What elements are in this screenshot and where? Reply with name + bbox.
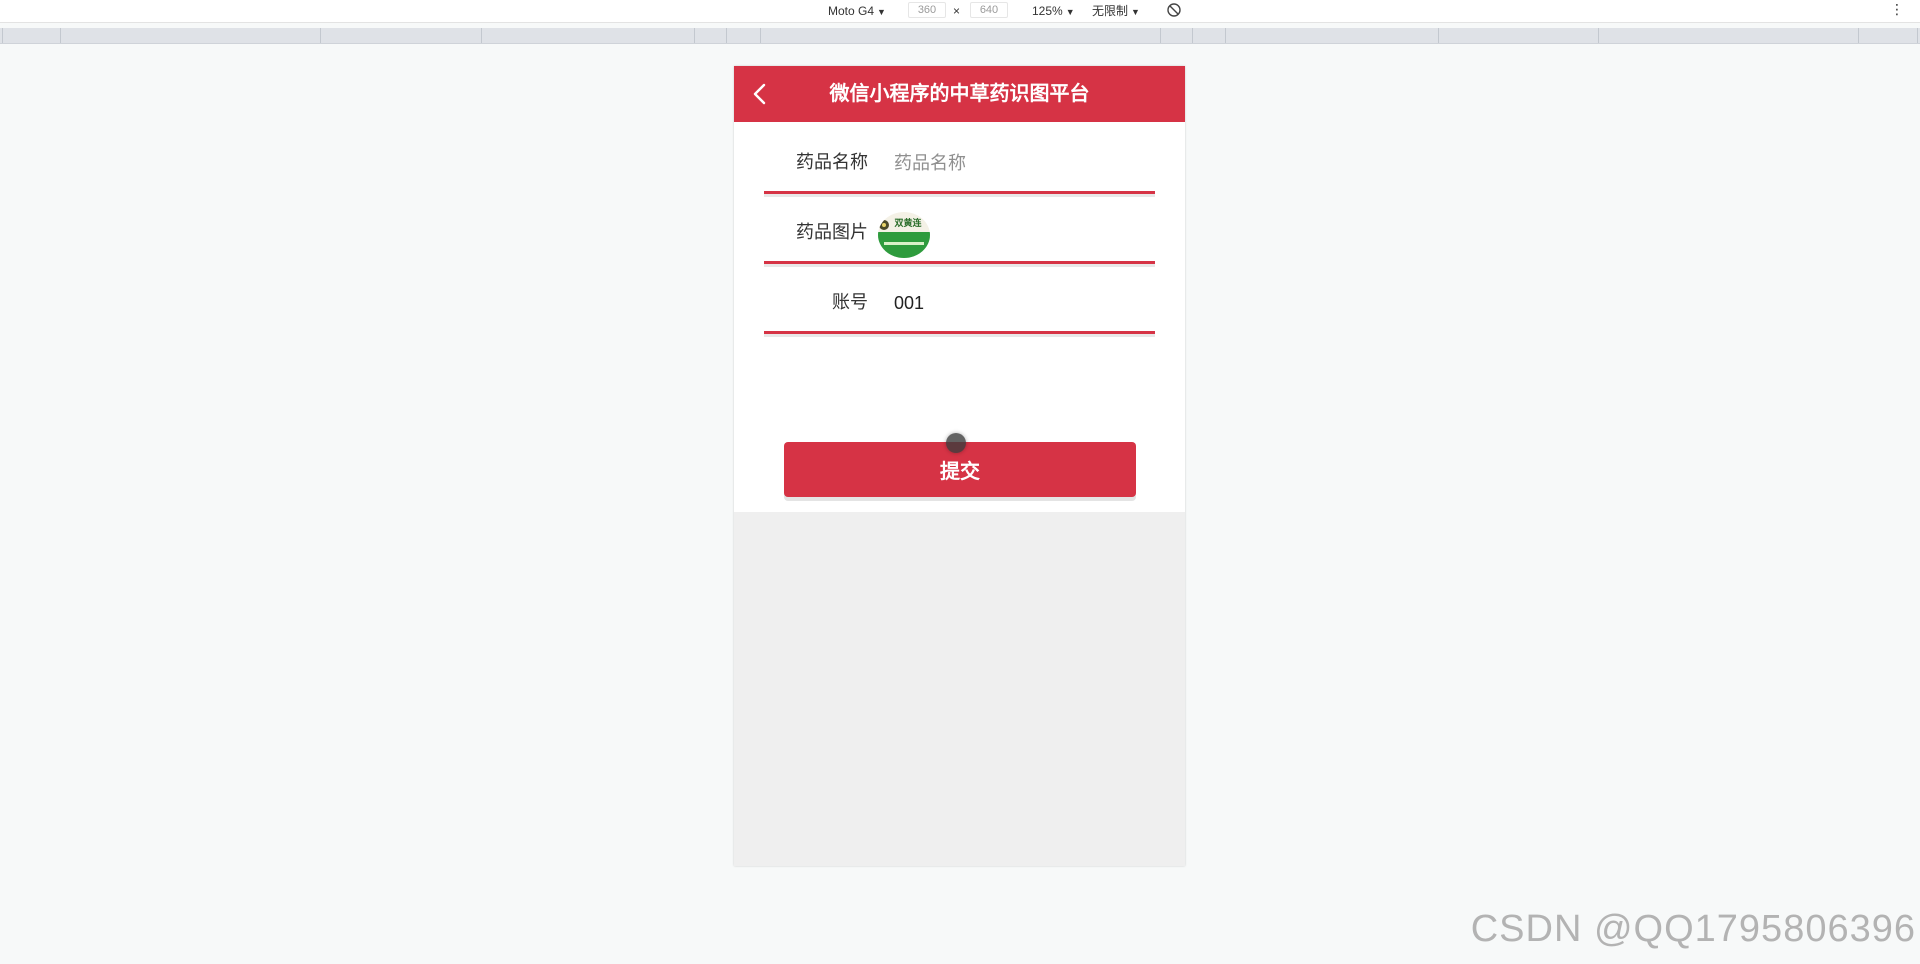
- touch-cursor: [946, 433, 966, 453]
- account-input[interactable]: [894, 288, 1144, 318]
- more-icon[interactable]: ⋮: [1890, 1, 1905, 18]
- throttle-label: 无限制: [1092, 4, 1129, 18]
- dimension-separator: ×: [953, 4, 961, 18]
- width-input[interactable]: [908, 2, 946, 18]
- medicine-image-thumbnail[interactable]: 双黄连: [878, 212, 930, 258]
- form-row-account: 账号: [764, 274, 1155, 334]
- form-row-medicine-image: 药品图片 双黄连: [764, 204, 1155, 264]
- watermark: CSDN @QQ1795806396: [1470, 908, 1916, 950]
- height-input[interactable]: [970, 2, 1008, 18]
- zoom-label: 125%: [1032, 4, 1063, 18]
- caret-down-icon: ▼: [877, 7, 886, 17]
- zoom-select[interactable]: 125% ▼: [1032, 3, 1075, 20]
- medicine-image-label: 药品图片: [796, 222, 868, 242]
- navigation-bar: 微信小程序的中草药识图平台: [734, 66, 1185, 122]
- form-area: 药品名称 药品图片 双黄连 账号 提交: [734, 122, 1185, 512]
- page-title: 微信小程序的中草药识图平台: [829, 83, 1090, 105]
- caret-down-icon: ▼: [1131, 7, 1140, 17]
- account-label: 账号: [832, 292, 868, 312]
- throttle-select[interactable]: 无限制 ▼: [1092, 3, 1140, 20]
- thumbnail-text: 双黄连: [894, 217, 922, 229]
- caret-down-icon: ▼: [1065, 7, 1075, 17]
- devtools-toolbar: Moto G4▼ × 125%▼ 无限制▼ ⋮: [0, 0, 1920, 23]
- device-label: Moto G4: [828, 4, 875, 18]
- medicine-name-label: 药品名称: [796, 152, 868, 172]
- medicine-name-input[interactable]: [894, 148, 1144, 178]
- device-select[interactable]: Moto G4 ▼: [828, 3, 886, 20]
- form-row-medicine-name: 药品名称: [764, 134, 1155, 194]
- media-query-bar[interactable]: [0, 28, 1920, 44]
- phone-viewport: 微信小程序的中草药识图平台 药品名称 药品图片 双黄连 账号: [734, 66, 1185, 866]
- rotate-icon[interactable]: [1166, 2, 1182, 18]
